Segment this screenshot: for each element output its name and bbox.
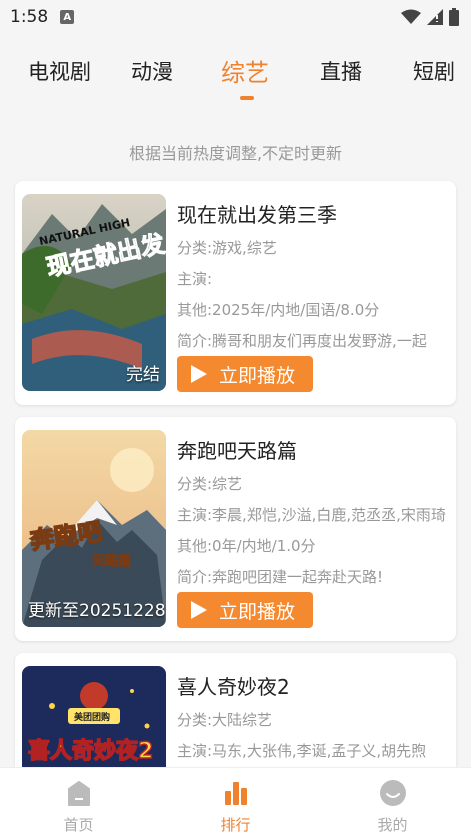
tab-live[interactable]: 直播 — [320, 56, 362, 86]
nav-profile[interactable]: 我的 — [314, 768, 471, 839]
show-cast: 主演:李晨,郑恺,沙溢,白鹿,范丞丞,宋雨琦 — [177, 506, 446, 524]
status-bar: 1:58 A — [0, 0, 471, 34]
bottom-nav: 首页 排行 我的 — [0, 767, 471, 839]
show-other-info: 其他:0年/内地/1.0分 — [177, 537, 316, 555]
home-icon — [64, 778, 94, 808]
svg-text:天路篇: 天路篇 — [92, 553, 131, 569]
play-icon — [191, 601, 207, 619]
smiley-icon — [378, 778, 408, 808]
show-intro: 简介:腾哥和朋友们再度出发野游,一起 — [177, 332, 427, 350]
play-icon — [191, 365, 207, 383]
ranking-hint: 根据当前热度调整,不定时更新 — [128, 144, 343, 163]
show-category: 分类:大陆综艺 — [177, 711, 273, 729]
show-card[interactable]: NATURAL HIGH 现在就出发 完结 现在就出发第三季 分类:游戏,综艺 … — [15, 181, 456, 405]
show-card[interactable]: 奔跑吧 天路篇 更新至20251228 奔跑吧天路篇 分类:综艺 主演:李晨,郑… — [15, 417, 456, 641]
tab-variety[interactable]: 综艺 — [221, 53, 269, 88]
show-other-info: 其他:2025年/内地/国语/8.0分 — [177, 301, 380, 319]
nav-home[interactable]: 首页 — [0, 768, 157, 839]
nav-home-label: 首页 — [63, 816, 94, 834]
poster-image[interactable]: NATURAL HIGH 现在就出发 完结 — [22, 194, 166, 391]
battery-icon — [449, 8, 459, 26]
show-category: 分类:综艺 — [177, 475, 243, 493]
wifi-icon — [401, 9, 421, 24]
show-category: 分类:游戏,综艺 — [177, 239, 277, 257]
play-button-label: 立即播放 — [219, 600, 296, 623]
nav-ranking-label: 排行 — [220, 816, 251, 834]
play-button[interactable]: 立即播放 — [177, 592, 313, 628]
show-title[interactable]: 现在就出发第三季 — [177, 199, 337, 228]
show-cast: 主演: — [177, 270, 213, 288]
show-intro: 简介:奔跑吧团建一起奔赴天路! — [177, 568, 384, 586]
play-button-label: 立即播放 — [219, 364, 296, 387]
category-tabbar: 电视剧 动漫 综艺 直播 短剧 — [22, 38, 471, 100]
nav-ranking[interactable]: 排行 — [157, 768, 314, 839]
tab-active-indicator — [240, 96, 254, 100]
tab-anime[interactable]: 动漫 — [131, 56, 173, 86]
show-title[interactable]: 喜人奇妙夜2 — [177, 671, 290, 700]
tab-short-drama[interactable]: 短剧 — [413, 56, 455, 86]
status-icons — [401, 8, 459, 26]
bar-chart-icon — [221, 778, 251, 808]
svg-text:喜人奇妙夜2: 喜人奇妙夜2 — [28, 738, 153, 764]
status-badge: 完结 — [126, 365, 160, 385]
poster-image[interactable]: 奔跑吧 天路篇 更新至20251228 — [22, 430, 166, 627]
show-title[interactable]: 奔跑吧天路篇 — [177, 435, 297, 464]
nav-profile-label: 我的 — [377, 816, 408, 834]
play-button[interactable]: 立即播放 — [177, 356, 313, 392]
signal-icon — [427, 9, 443, 25]
tab-tv-series[interactable]: 电视剧 — [28, 56, 91, 86]
notification-icon: A — [60, 10, 75, 24]
status-time: 1:58 — [10, 7, 49, 27]
status-badge: 更新至20251228 — [28, 601, 166, 621]
show-cast: 主演:马东,大张伟,李诞,孟子义,胡先煦 — [177, 742, 427, 760]
svg-text:美团团购: 美团团购 — [74, 711, 110, 723]
